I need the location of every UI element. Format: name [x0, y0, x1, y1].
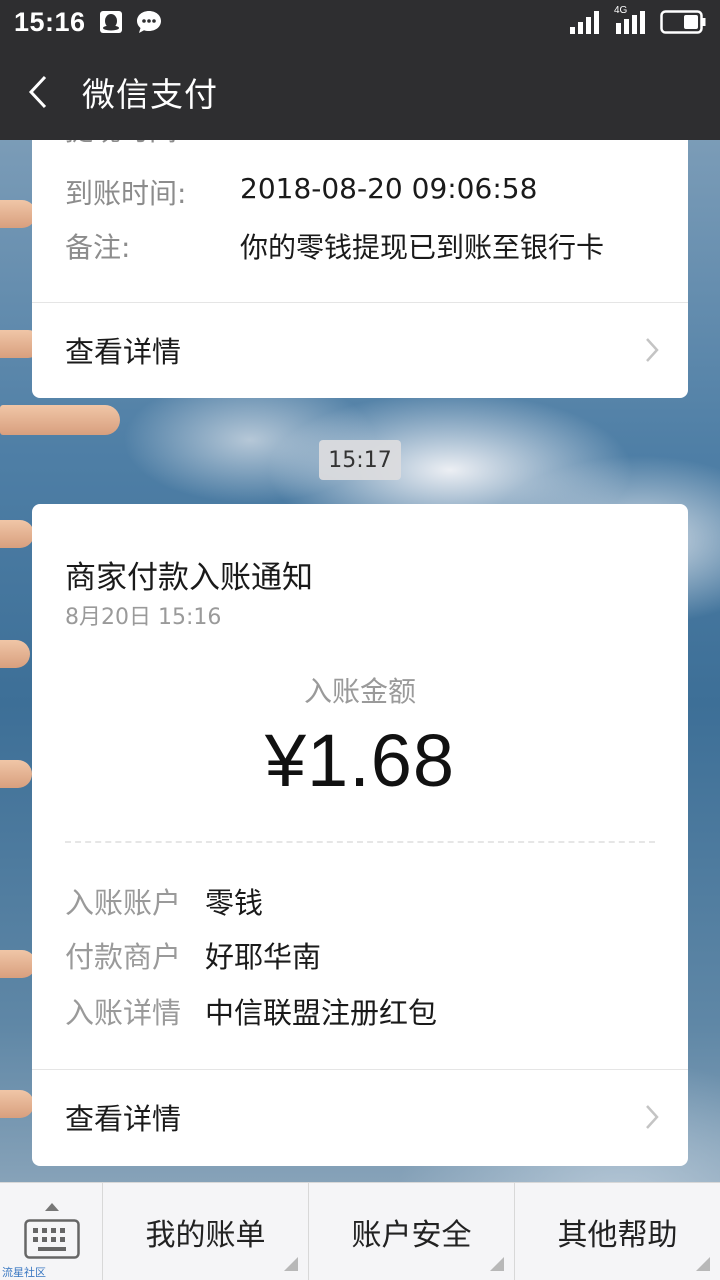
withdraw-time-row: 提现时间: 2018-08-20 09:06:54 — [65, 140, 537, 149]
signal-4g-icon: 4G — [614, 5, 648, 35]
message-timestamp: 15:17 — [319, 440, 401, 480]
chevron-right-icon — [646, 338, 659, 362]
merchant-row: 付款商户 好耶华南 — [65, 934, 321, 976]
amount-label: 入账金额 — [303, 675, 416, 708]
row-value: 2018-08-20 09:06:58 — [240, 172, 538, 205]
arrival-time-row: 到账时间: 2018-08-20 09:06:58 — [65, 172, 537, 212]
menu-label: 其他帮助 — [557, 1218, 678, 1253]
row-key: 入账账户 — [65, 886, 182, 920]
signal-icon — [570, 11, 599, 34]
row-key: 付款商户 — [65, 940, 182, 974]
view-details-button[interactable]: 查看详情 — [32, 302, 688, 398]
back-arrow-icon — [28, 75, 47, 109]
qq-notification-icon — [99, 11, 122, 33]
submenu-corner-icon — [490, 1257, 504, 1271]
bottom-menu: 我的账单 账户安全 其他帮助 — [0, 1182, 720, 1280]
remark-row: 备注: 你的零钱提现已到账至银行卡 — [65, 226, 604, 266]
row-key: 备注: — [65, 231, 131, 264]
status-bar: 15:16 4G — [0, 0, 720, 44]
message-list[interactable]: 提现时间: 2018-08-20 09:06:54 到账时间: 2018-08-… — [0, 140, 720, 1182]
submenu-corner-icon — [696, 1257, 710, 1271]
view-details-label: 查看详情 — [65, 1102, 182, 1136]
menu-my-bills[interactable]: 我的账单 — [103, 1183, 309, 1280]
dashed-divider — [65, 841, 655, 843]
title-bar: 微信支付 — [0, 44, 720, 140]
chevron-right-icon — [646, 1105, 659, 1129]
view-details-button[interactable]: 查看详情 — [32, 1069, 688, 1165]
menu-account-security[interactable]: 账户安全 — [309, 1183, 515, 1280]
page-title: 微信支付 — [82, 75, 218, 114]
submenu-corner-icon — [284, 1257, 298, 1271]
row-value: 好耶华南 — [205, 940, 322, 974]
card-date: 8月20日 15:16 — [65, 605, 222, 630]
menu-other-help[interactable]: 其他帮助 — [515, 1183, 720, 1280]
row-value: 中信联盟注册红包 — [205, 996, 438, 1030]
view-details-label: 查看详情 — [65, 335, 182, 369]
row-value: 零钱 — [205, 886, 264, 920]
status-time: 15:16 — [14, 6, 86, 37]
row-key: 入账详情 — [65, 996, 182, 1030]
account-row: 入账账户 零钱 — [65, 880, 263, 922]
caret-up-icon — [45, 1203, 59, 1211]
merchant-payment-card[interactable]: 商家付款入账通知 8月20日 15:16 入账金额 ¥1.68 入账账户 零钱 … — [32, 504, 688, 1166]
row-key: 到账时间: — [65, 177, 187, 210]
row-value: 2018-08-20 09:06:54 — [240, 140, 537, 149]
card-title: 商家付款入账通知 — [65, 560, 313, 596]
watermark-text: 流星社区 — [2, 1266, 46, 1279]
battery-icon — [660, 10, 706, 34]
keyboard-icon — [24, 1219, 80, 1259]
row-key: 提现时间: — [65, 140, 240, 149]
detail-row: 入账详情 中信联盟注册红包 — [65, 990, 437, 1032]
menu-label: 账户安全 — [351, 1218, 472, 1253]
back-button[interactable] — [0, 44, 76, 140]
chat-bubble-icon — [136, 11, 161, 33]
menu-label: 我的账单 — [145, 1218, 266, 1253]
withdrawal-card: 提现时间: 2018-08-20 09:06:54 到账时间: 2018-08-… — [32, 140, 688, 398]
row-value: 你的零钱提现已到账至银行卡 — [240, 231, 605, 264]
amount-value: ¥1.68 — [264, 719, 456, 802]
